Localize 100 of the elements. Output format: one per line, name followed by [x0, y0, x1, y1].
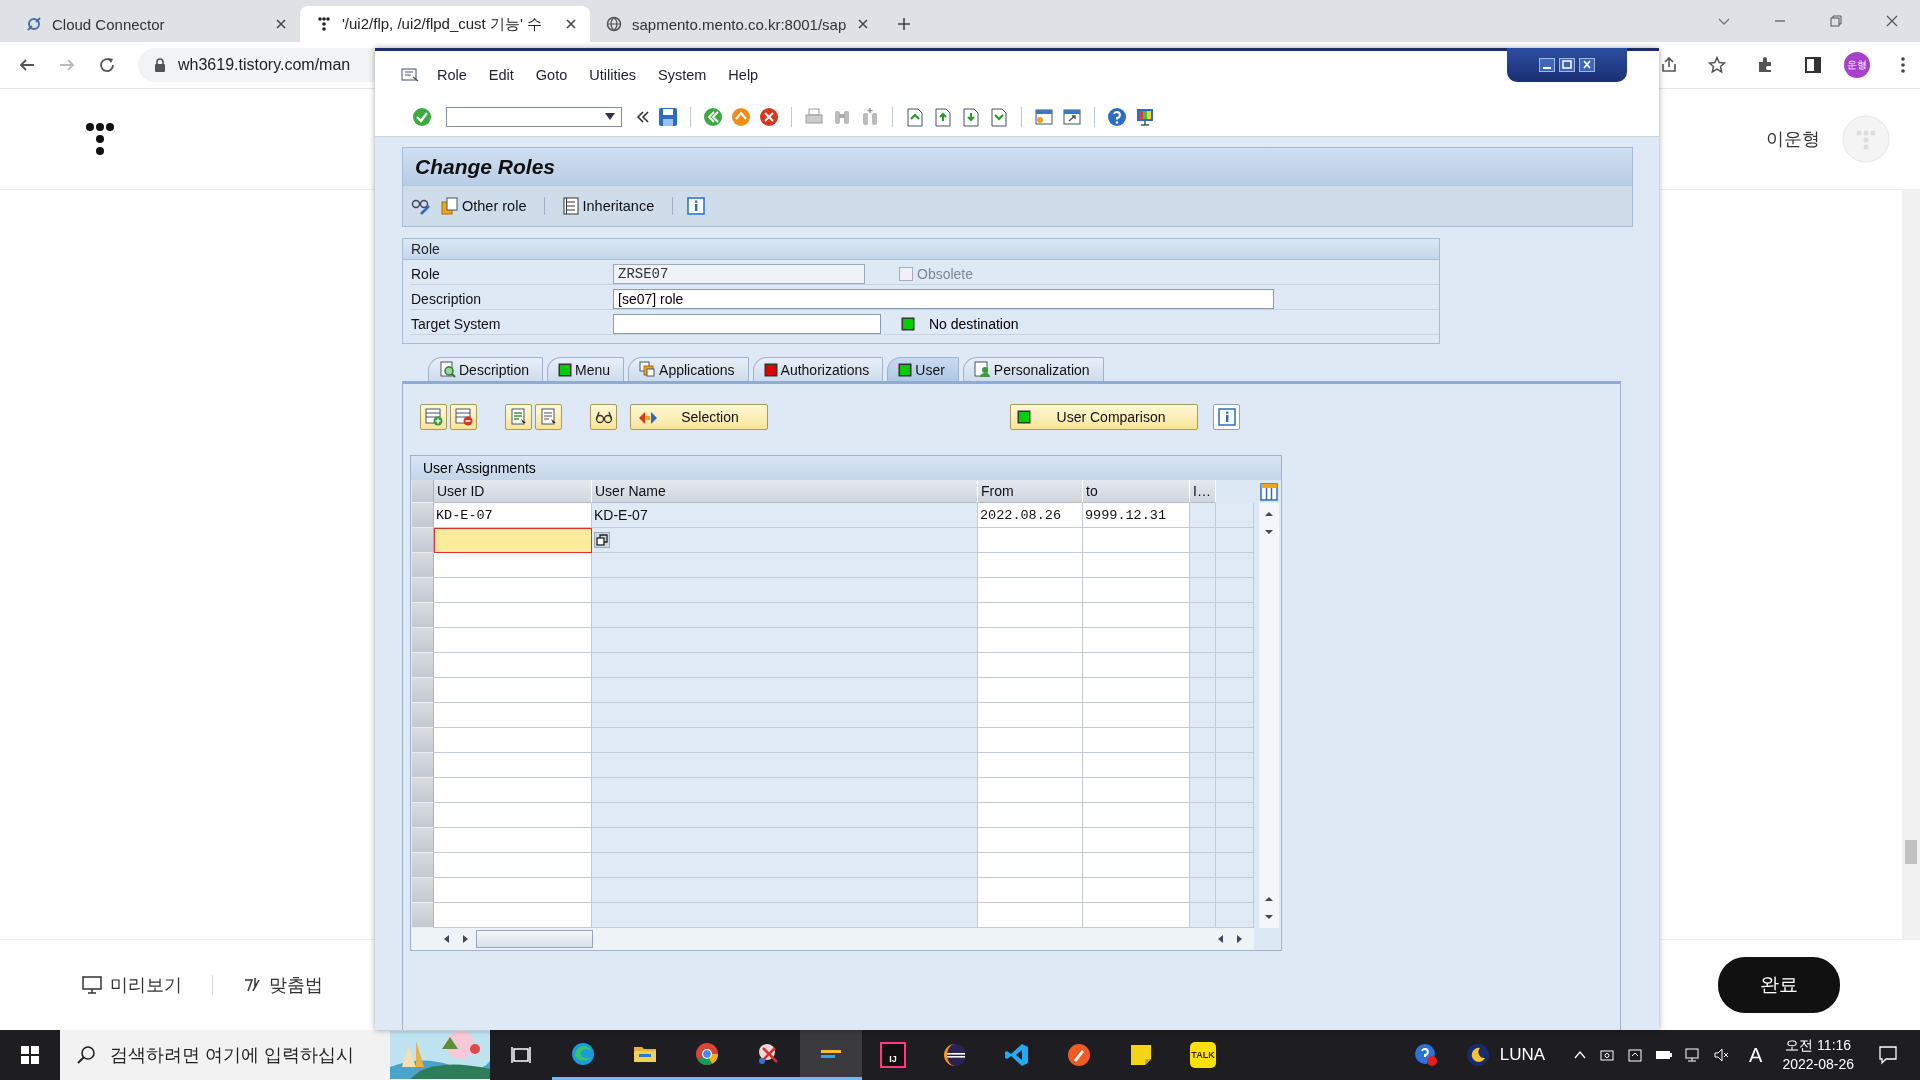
- share-icon[interactable]: [1660, 56, 1678, 74]
- delete-row-button[interactable]: [450, 404, 477, 430]
- table-cell[interactable]: [1083, 803, 1190, 828]
- input-field[interactable]: [613, 313, 881, 334]
- table-cell[interactable]: [978, 653, 1083, 678]
- puzzle-icon[interactable]: [1756, 56, 1774, 74]
- command-field[interactable]: [446, 107, 622, 127]
- table-cell[interactable]: [978, 628, 1083, 653]
- table-cell[interactable]: [1083, 778, 1190, 803]
- table-cell[interactable]: [978, 903, 1083, 928]
- table-cell[interactable]: [1083, 653, 1190, 678]
- next-page-icon[interactable]: [961, 107, 981, 127]
- menu-item[interactable]: Role: [437, 66, 467, 83]
- glasses-button[interactable]: [590, 404, 617, 430]
- plus-icon[interactable]: [896, 16, 913, 32]
- table-cell[interactable]: [434, 703, 592, 728]
- info-button[interactable]: [1213, 404, 1240, 430]
- reload-icon[interactable]: [98, 56, 116, 74]
- table-cell[interactable]: [978, 753, 1083, 778]
- preview-button[interactable]: 미리보기: [82, 973, 182, 997]
- first-page-icon[interactable]: [905, 107, 925, 127]
- more-icon[interactable]: [1900, 56, 1906, 74]
- table-cell[interactable]: [1083, 728, 1190, 753]
- shortcut-icon[interactable]: [1062, 107, 1082, 127]
- user-name[interactable]: 이운형: [1766, 127, 1820, 151]
- menu-icon[interactable]: [401, 67, 419, 82]
- column-header[interactable]: From: [978, 480, 1083, 503]
- table-cell[interactable]: [434, 578, 592, 603]
- menu-item[interactable]: Help: [728, 66, 759, 83]
- table-cell[interactable]: [1083, 553, 1190, 578]
- table-cell[interactable]: [1083, 628, 1190, 653]
- input-field[interactable]: [434, 528, 592, 553]
- table-cell[interactable]: [434, 853, 592, 878]
- table-cell[interactable]: [1083, 828, 1190, 853]
- document-pointer-button[interactable]: [535, 404, 562, 430]
- table-cell[interactable]: [434, 628, 592, 653]
- chat-icon[interactable]: TALK: [1190, 1042, 1216, 1068]
- row-selector[interactable]: [412, 728, 434, 753]
- close-icon[interactable]: [564, 17, 578, 31]
- table-cell[interactable]: [434, 778, 592, 803]
- table-cell[interactable]: [434, 828, 592, 853]
- menu-item[interactable]: System: [658, 66, 707, 83]
- row-selector[interactable]: [412, 803, 434, 828]
- row-selector[interactable]: [412, 703, 434, 728]
- close-icon[interactable]: [856, 17, 871, 31]
- layout-icon[interactable]: [1259, 483, 1278, 501]
- table-cell[interactable]: [978, 778, 1083, 803]
- new-window-icon[interactable]: [1034, 107, 1054, 127]
- user-comparison-button[interactable]: User Comparison: [1010, 404, 1198, 430]
- add-row-button[interactable]: [420, 404, 447, 430]
- maximize-icon[interactable]: [1559, 58, 1575, 72]
- browser-tab[interactable]: Cloud Connector: [10, 6, 300, 42]
- row-selector[interactable]: [412, 553, 434, 578]
- menu-item[interactable]: Goto: [535, 66, 568, 83]
- info-icon[interactable]: [687, 197, 706, 215]
- sync-icon[interactable]: [1627, 1047, 1644, 1063]
- row-selector[interactable]: [412, 503, 434, 528]
- selection-button[interactable]: Selection: [630, 404, 768, 430]
- clock-date[interactable]: 2022-08-26: [1782, 1055, 1854, 1074]
- row-selector[interactable]: [412, 878, 434, 903]
- minimize-icon[interactable]: [1539, 58, 1555, 72]
- table-cell[interactable]: [1083, 578, 1190, 603]
- tab[interactable]: Personalization: [962, 357, 1104, 381]
- table-cell[interactable]: [1083, 678, 1190, 703]
- row-selector[interactable]: [412, 903, 434, 928]
- row-selector[interactable]: [412, 578, 434, 603]
- table-cell[interactable]: [434, 603, 592, 628]
- code-icon[interactable]: [1005, 1043, 1029, 1067]
- table-cell[interactable]: [978, 553, 1083, 578]
- row-selector[interactable]: [412, 828, 434, 853]
- network-icon[interactable]: [1685, 1047, 1702, 1063]
- details-button[interactable]: [505, 404, 532, 430]
- table-cell[interactable]: [434, 653, 592, 678]
- horizontal-scrollbar[interactable]: [412, 928, 1254, 950]
- binoculars-plus-icon[interactable]: [860, 107, 880, 127]
- column-header[interactable]: User ID: [434, 480, 592, 503]
- windows-icon[interactable]: [20, 1045, 40, 1065]
- eclipse-icon[interactable]: [943, 1043, 967, 1067]
- table-cell[interactable]: [978, 578, 1083, 603]
- row-selector[interactable]: [412, 603, 434, 628]
- last-page-icon[interactable]: [989, 107, 1009, 127]
- table-cell[interactable]: [434, 678, 592, 703]
- row-selector[interactable]: [412, 778, 434, 803]
- table-cell[interactable]: [434, 753, 592, 778]
- table-cell[interactable]: [1083, 603, 1190, 628]
- browser-tab[interactable]: '/ui2/flp, /ui2/flpd_cust 기능' 수: [300, 6, 590, 42]
- table-cell[interactable]: [1083, 903, 1190, 928]
- vertical-scrollbar[interactable]: [1258, 503, 1279, 928]
- input-field[interactable]: [se07] role: [613, 288, 1274, 309]
- monitor-icon[interactable]: [1135, 107, 1155, 127]
- tab[interactable]: Authorizations: [752, 357, 884, 381]
- restore-icon[interactable]: [1829, 14, 1843, 28]
- table-cell[interactable]: [434, 803, 592, 828]
- table-cell[interactable]: [978, 828, 1083, 853]
- table-cell[interactable]: KD-E-07: [434, 503, 592, 528]
- table-cell[interactable]: [1083, 703, 1190, 728]
- avatar-icon[interactable]: [1842, 115, 1890, 163]
- tab[interactable]: Applications: [628, 357, 749, 381]
- save-icon[interactable]: [658, 107, 678, 127]
- tab[interactable]: Menu: [547, 357, 625, 381]
